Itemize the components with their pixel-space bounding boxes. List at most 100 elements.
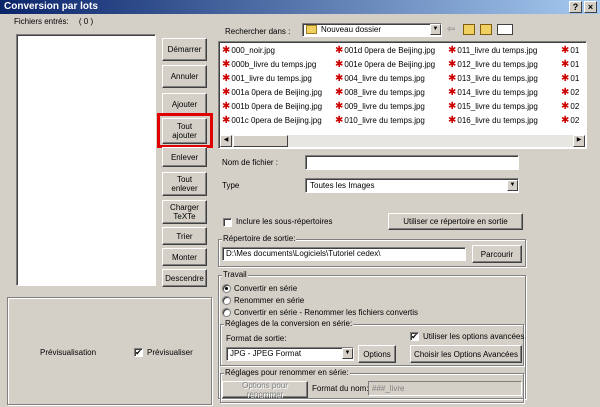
move-down-button[interactable]: Descendre xyxy=(162,269,207,287)
preview-checkbox[interactable]: ✔ xyxy=(134,348,143,357)
file-item[interactable]: ✱000b_livre du temps.jpg xyxy=(222,59,335,70)
file-item[interactable]: ✱001c 0pera de Beijing.jpg xyxy=(222,115,335,126)
new-folder-icon[interactable] xyxy=(480,24,492,35)
scroll-thumb[interactable] xyxy=(233,135,288,147)
file-item[interactable]: ✱009_livre du temps.jpg xyxy=(335,101,448,112)
rename-options-button[interactable]: Options pour renommer xyxy=(222,381,308,399)
subdirs-checkbox[interactable] xyxy=(223,218,232,227)
load-text-button[interactable]: Charger TeXTe xyxy=(162,200,207,224)
chevron-down-icon[interactable]: ▼ xyxy=(342,348,353,359)
files-label: Fichiers entrés: ( 0 ) xyxy=(14,17,93,27)
file-name: 01 xyxy=(570,60,580,69)
file-name: 009_livre du temps.jpg xyxy=(344,102,425,111)
image-file-icon: ✱ xyxy=(448,101,457,112)
up-folder-icon[interactable] xyxy=(463,24,475,35)
file-item[interactable]: ✱008_livre du temps.jpg xyxy=(335,87,448,98)
sort-button[interactable]: Trier xyxy=(162,227,207,245)
file-item[interactable]: ✱001d 0pera de Beijing.jpg xyxy=(335,45,448,56)
file-name: 02 xyxy=(570,88,580,97)
work-label: Travail xyxy=(222,270,248,279)
input-files-list[interactable] xyxy=(16,34,156,286)
file-item[interactable]: ✱000_noir.jpg xyxy=(222,45,335,56)
file-name: 016_livre du temps.jpg xyxy=(457,116,538,125)
file-item[interactable]: ✱014_livre du temps.jpg xyxy=(448,87,561,98)
format-value: JPG - JPEG Format xyxy=(230,349,302,358)
type-combo[interactable]: Toutes les Images ▼ xyxy=(305,178,519,193)
image-file-icon: ✱ xyxy=(222,73,231,84)
radio-convert-rename[interactable] xyxy=(222,308,231,317)
folder-name: Nouveau dossier xyxy=(321,25,382,34)
conversion-label: Réglages de la conversion en série: xyxy=(224,319,354,328)
file-name: 001a 0pera de Beijing.jpg xyxy=(231,88,323,97)
use-directory-button[interactable]: Utiliser ce répertoire en sortie xyxy=(388,213,523,230)
file-item[interactable]: ✱01 xyxy=(561,59,586,70)
output-label: Répertoire de sortie: xyxy=(222,234,297,243)
file-item[interactable]: ✱001b 0pera de Beijing.jpg xyxy=(222,101,335,112)
browse-button[interactable]: Parcourir xyxy=(472,245,522,263)
image-file-icon: ✱ xyxy=(561,59,570,70)
file-name: 01 xyxy=(570,46,580,55)
file-name: 000_noir.jpg xyxy=(231,46,275,55)
advanced-options-button[interactable]: Choisir les Options Avancées xyxy=(410,345,522,363)
type-value: Toutes les Images xyxy=(310,181,375,190)
file-item[interactable]: ✱02 xyxy=(561,101,586,112)
view-menu-icon[interactable] xyxy=(497,24,513,35)
image-file-icon: ✱ xyxy=(222,59,231,70)
move-up-button[interactable]: Monter xyxy=(162,248,207,266)
name-format-input[interactable]: ###_livre xyxy=(368,381,522,396)
options-button[interactable]: Options xyxy=(358,345,396,363)
advanced-options-checkbox[interactable]: ✔ xyxy=(410,332,419,341)
chevron-down-icon[interactable]: ▼ xyxy=(430,24,441,35)
help-button[interactable]: ? xyxy=(569,1,582,13)
radio-convert[interactable] xyxy=(222,284,231,293)
remove-button[interactable]: Enlever xyxy=(162,147,207,167)
image-file-icon: ✱ xyxy=(335,101,344,112)
chevron-down-icon[interactable]: ▼ xyxy=(507,180,518,191)
remove-all-button[interactable]: Tout enlever xyxy=(162,172,207,196)
file-item[interactable]: ✱011_livre du temps.jpg xyxy=(448,45,561,56)
image-file-icon: ✱ xyxy=(335,45,344,56)
horizontal-scrollbar[interactable]: ◀ ▶ xyxy=(220,135,585,147)
filename-label: Nom de fichier : xyxy=(222,158,279,167)
name-format-label: Format du nom: xyxy=(312,384,369,393)
radio-rename[interactable] xyxy=(222,296,231,305)
cancel-button[interactable]: Annuler xyxy=(162,65,207,88)
files-label-text: Fichiers entrés: xyxy=(14,17,69,26)
image-file-icon: ✱ xyxy=(448,115,457,126)
file-name: 004_livre du temps.jpg xyxy=(344,74,425,83)
scroll-right-icon[interactable]: ▶ xyxy=(573,135,585,147)
preview-checkbox-label: Prévisualiser xyxy=(147,348,193,357)
file-item[interactable]: ✱001a 0pera de Beijing.jpg xyxy=(222,87,335,98)
folder-combo[interactable]: Nouveau dossier ▼ xyxy=(302,23,442,37)
files-count: ( 0 ) xyxy=(78,17,94,26)
file-name: 000b_livre du temps.jpg xyxy=(231,60,317,69)
file-name: 012_livre du temps.jpg xyxy=(457,60,538,69)
file-item[interactable]: ✱013_livre du temps.jpg xyxy=(448,73,561,84)
output-path-input[interactable]: D:\Mes documents\Logiciels\Tutoriel cede… xyxy=(222,247,466,261)
file-item[interactable]: ✱001_livre du temps.jpg xyxy=(222,73,335,84)
start-button[interactable]: Démarrer xyxy=(162,38,207,61)
title-bar: Conversion par lots xyxy=(0,0,600,14)
file-item[interactable]: ✱010_livre du temps.jpg xyxy=(335,115,448,126)
radio-convert-rename-label: Convertir en série - Renommer les fichie… xyxy=(234,308,419,317)
file-item[interactable]: ✱02 xyxy=(561,115,586,126)
file-item[interactable]: ✱016_livre du temps.jpg xyxy=(448,115,561,126)
file-item[interactable]: ✱015_livre du temps.jpg xyxy=(448,101,561,112)
file-browser[interactable]: ✱000_noir.jpg ✱000b_livre du temps.jpg ✱00… xyxy=(218,41,587,149)
format-combo[interactable]: JPG - JPEG Format ▼ xyxy=(226,347,354,361)
file-item[interactable]: ✱02 xyxy=(561,87,586,98)
file-name: 01 xyxy=(570,74,580,83)
image-file-icon: ✱ xyxy=(561,101,570,112)
file-item[interactable]: ✱01 xyxy=(561,45,586,56)
image-file-icon: ✱ xyxy=(448,45,457,56)
image-file-icon: ✱ xyxy=(222,115,231,126)
file-name: 014_livre du temps.jpg xyxy=(457,88,538,97)
file-item[interactable]: ✱012_livre du temps.jpg xyxy=(448,59,561,70)
file-item[interactable]: ✱001e 0pera de Beijing.jpg xyxy=(335,59,448,70)
file-item[interactable]: ✱004_livre du temps.jpg xyxy=(335,73,448,84)
filename-input[interactable] xyxy=(305,155,519,170)
back-arrow-icon[interactable]: ⇦ xyxy=(447,25,459,35)
file-item[interactable]: ✱01 xyxy=(561,73,586,84)
scroll-left-icon[interactable]: ◀ xyxy=(220,135,232,147)
close-button[interactable]: × xyxy=(584,1,597,13)
